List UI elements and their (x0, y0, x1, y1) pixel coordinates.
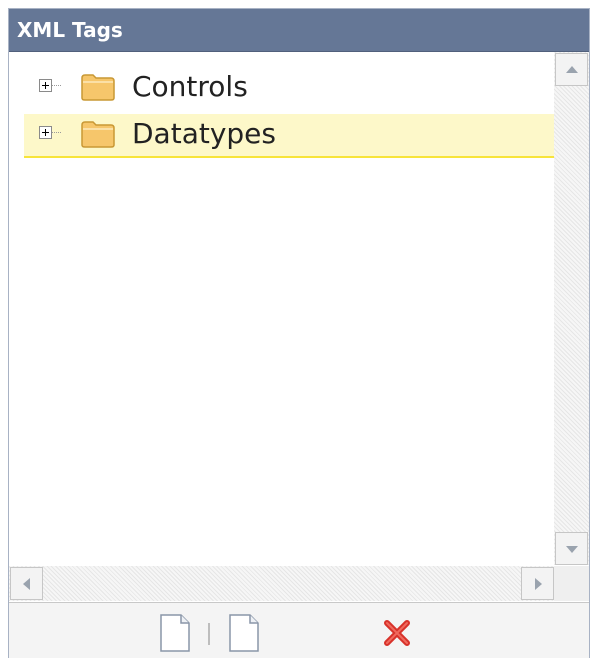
tree-item-label[interactable]: Controls (132, 71, 248, 103)
new-document-button[interactable] (158, 613, 192, 653)
scroll-up-button[interactable] (555, 53, 588, 86)
tree-connector (52, 85, 61, 86)
toolbar-separator (208, 623, 210, 645)
new-document-button-2[interactable] (227, 613, 261, 653)
arrow-down-icon (566, 546, 578, 553)
folder-icon (81, 74, 115, 101)
tree-item-controls[interactable]: Controls (24, 67, 554, 111)
scroll-down-button[interactable] (555, 532, 588, 565)
tree-connector (52, 132, 61, 133)
scroll-left-button[interactable] (10, 567, 43, 600)
panel-title: XML Tags (17, 18, 123, 42)
folder-icon (81, 121, 115, 148)
expand-plus-icon[interactable] (39, 79, 52, 92)
tree-item-label[interactable]: Datatypes (132, 118, 276, 150)
delete-button[interactable] (381, 617, 413, 649)
arrow-left-icon (23, 578, 30, 590)
tag-tree: Controls Datatypes (9, 52, 554, 565)
xml-tags-panel: XML Tags Controls Datatypes (8, 8, 590, 658)
tree-item-datatypes[interactable]: Datatypes (24, 114, 554, 158)
vertical-scrollbar[interactable] (554, 52, 589, 565)
scroll-right-button[interactable] (521, 567, 554, 600)
scrollbar-corner (554, 566, 589, 601)
arrow-right-icon (535, 578, 542, 590)
panel-toolbar (9, 602, 589, 658)
arrow-up-icon (566, 66, 578, 73)
horizontal-scrollbar[interactable] (9, 566, 554, 601)
expand-plus-icon[interactable] (39, 126, 52, 139)
panel-titlebar: XML Tags (9, 9, 589, 52)
